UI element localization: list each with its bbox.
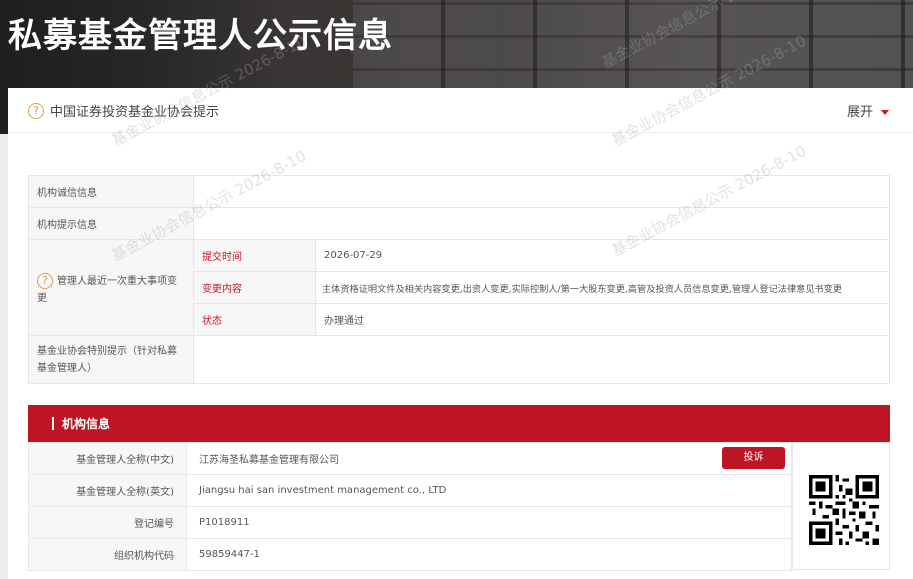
change-content-value: 主体资格证明文件及相关内容变更,出资人变更,实际控制人/第一大股东变更,高管及投…: [315, 271, 890, 304]
field-value: P1018911: [186, 506, 792, 539]
major-change-label: 管理人最近一次重大事项变更: [37, 275, 177, 304]
complain-button[interactable]: 投诉: [722, 447, 785, 469]
expand-label[interactable]: 展开: [847, 105, 873, 120]
field-value: 江苏海圣私募基金管理有限公司: [186, 442, 792, 475]
association-tip-bar: ? 中国证券投资基金业协会提示 展开: [8, 88, 913, 133]
field-value: 59859447-1: [186, 538, 792, 571]
section-header-org-info: 机构信息: [28, 405, 890, 442]
field-label: 组织机构代码: [28, 538, 187, 571]
qr-code-box: [792, 442, 890, 570]
special-tip-label: 基金业协会特别提示（针对私募基金管理人）: [28, 335, 194, 384]
qr-code-icon: [809, 475, 879, 545]
field-label: 基金管理人全称(英文): [28, 474, 187, 507]
question-icon: ?: [28, 103, 44, 119]
org-info-table: 基金管理人全称(中文) 江苏海圣私募基金管理有限公司 基金管理人全称(英文) J…: [28, 442, 792, 571]
status-label: 状态: [193, 303, 316, 336]
major-change-label-cell: ? 管理人最近一次重大事项变更: [28, 239, 194, 336]
credit-info-label: 机构诚信信息: [28, 175, 194, 208]
change-content-label: 变更内容: [193, 271, 316, 304]
table-row: 基金管理人全称(中文) 江苏海圣私募基金管理有限公司: [28, 442, 792, 475]
field-value: Jiangsu hai san investment management co…: [186, 474, 792, 507]
special-tip-value: [193, 335, 890, 384]
submit-time-label: 提交时间: [193, 239, 316, 272]
credit-info-value: [193, 175, 890, 208]
tip-text: 中国证券投资基金业协会提示: [50, 105, 220, 120]
page-title: 私募基金管理人公示信息: [8, 16, 393, 56]
field-label: 登记编号: [28, 506, 187, 539]
content-panel: 机构诚信信息 机构提示信息 ? 管理人最近一次重大事项变更 提交时间 2026-0…: [8, 133, 913, 579]
notice-info-label: 机构提示信息: [28, 207, 194, 240]
section-marker: [52, 417, 54, 430]
table-row: 基金管理人全称(英文) Jiangsu hai san investment m…: [28, 474, 792, 507]
expand-toggle[interactable]: 展开: [847, 101, 889, 120]
section-title: 机构信息: [62, 417, 111, 431]
notice-info-value: [193, 207, 890, 240]
field-label: 基金管理人全称(中文): [28, 442, 187, 475]
question-icon: ?: [37, 272, 53, 289]
institution-info-table: 机构诚信信息 机构提示信息 ? 管理人最近一次重大事项变更 提交时间 2026-0…: [28, 175, 890, 384]
caret-down-icon: [881, 110, 889, 115]
table-row: 登记编号 P1018911: [28, 506, 792, 539]
status-value: 办理通过: [315, 303, 890, 336]
submit-time-value: 2026-07-29: [315, 239, 890, 272]
table-row: 组织机构代码 59859447-1: [28, 538, 792, 571]
